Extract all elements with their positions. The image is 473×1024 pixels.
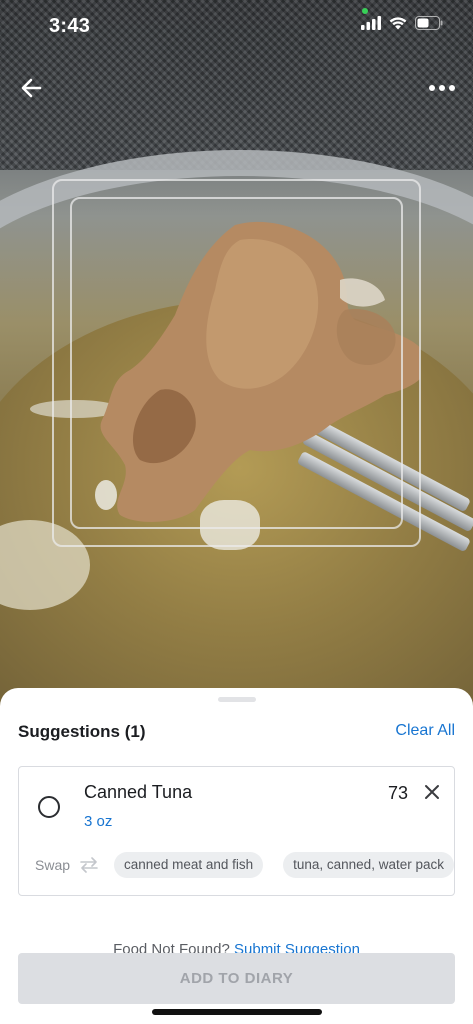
suggestion-card[interactable]: Canned Tuna 73 3 oz Swap canned meat and…	[18, 766, 455, 896]
close-icon[interactable]	[423, 783, 441, 801]
signal-icon	[361, 16, 381, 30]
swap-row: Swap canned meat and fish tuna, canned, …	[35, 852, 454, 878]
camera-active-dot	[362, 8, 368, 14]
home-indicator	[152, 1009, 322, 1015]
swap-label: Swap	[35, 857, 71, 873]
wifi-icon	[389, 17, 407, 30]
food-calories: 73	[388, 783, 409, 803]
status-time: 3:43	[49, 15, 91, 37]
add-to-diary-button[interactable]: ADD TO DIARY	[18, 953, 455, 1004]
suggestions-sheet: Suggestions (1) Clear All Canned Tuna 73…	[0, 688, 473, 1024]
arrow-left-icon[interactable]	[18, 74, 46, 102]
food-photo	[0, 0, 473, 720]
scan-frame-inner	[70, 197, 403, 529]
clear-all-button[interactable]: Clear All	[395, 722, 455, 740]
swap-chip[interactable]: tuna, canned, water pack	[283, 852, 454, 878]
suggestions-title: Suggestions (1)	[18, 722, 146, 741]
more-horizontal-icon[interactable]	[427, 74, 457, 102]
swap-chip[interactable]: canned meat and fish	[114, 852, 264, 878]
swap-arrows-icon	[80, 857, 98, 873]
sheet-grabber[interactable]	[218, 697, 256, 702]
status-icons	[361, 16, 443, 30]
serving-size-link[interactable]: 3 oz	[84, 813, 112, 830]
battery-icon	[415, 16, 443, 30]
food-name: Canned Tuna	[84, 782, 193, 802]
select-radio[interactable]	[38, 796, 60, 818]
